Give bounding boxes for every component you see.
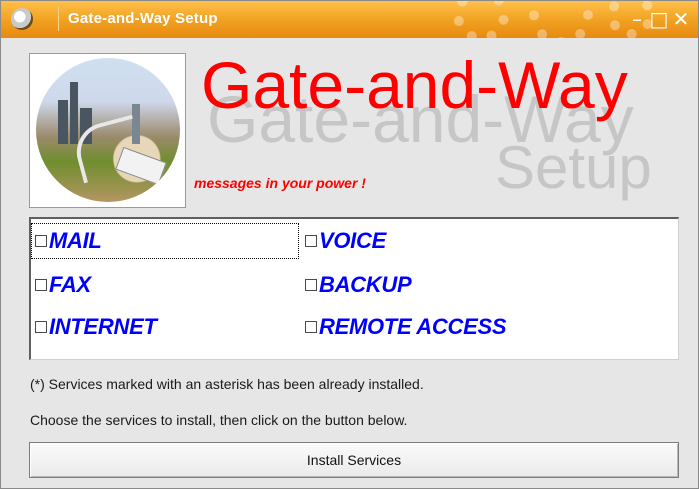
gear-icon — [453, 1, 509, 38]
window-title: Gate-and-Way Setup — [68, 10, 218, 27]
service-label: FAX — [49, 272, 91, 297]
asterisk-note: (*) Services marked with an asterisk has… — [30, 376, 424, 392]
brand-title: Gate-and-Way — [201, 48, 628, 122]
tagline: messages in your power ! — [194, 175, 366, 191]
building-shape — [70, 82, 78, 144]
title-separator — [58, 7, 59, 31]
instruction-note: Choose the services to install, then cli… — [30, 412, 408, 428]
service-label: VOICE — [319, 228, 386, 253]
service-checkbox-internet[interactable]: INTERNET — [31, 309, 299, 345]
checkbox[interactable] — [305, 235, 317, 247]
service-checkbox-remote-access[interactable]: REMOTE ACCESS — [301, 309, 631, 345]
service-checkbox-voice[interactable]: VOICE — [301, 223, 601, 259]
minimize-icon[interactable]: – — [627, 8, 647, 30]
plug-shape — [115, 146, 167, 186]
globe-logo-icon — [36, 58, 180, 202]
install-services-button[interactable]: Install Services — [29, 442, 679, 478]
service-checkbox-fax[interactable]: FAX — [31, 267, 299, 303]
checkbox[interactable] — [35, 321, 47, 333]
checkbox[interactable] — [305, 321, 317, 333]
service-label: INTERNET — [49, 314, 157, 339]
maximize-icon[interactable]: □ — [649, 8, 669, 30]
checkbox[interactable] — [305, 279, 317, 291]
service-label: REMOTE ACCESS — [319, 314, 507, 339]
checkbox[interactable] — [35, 279, 47, 291]
gear-icon — [529, 1, 593, 38]
logo-image-frame — [29, 53, 186, 208]
service-checkbox-mail[interactable]: MAIL — [31, 223, 299, 259]
setup-subtitle: Setup — [495, 134, 652, 201]
setup-window: Gate-and-Way Setup – □ ✕ Gate-and-Way Ga… — [0, 0, 699, 489]
service-checkbox-backup[interactable]: BACKUP — [301, 267, 601, 303]
close-icon[interactable]: ✕ — [671, 8, 691, 30]
app-icon[interactable] — [11, 8, 33, 30]
checkbox[interactable] — [35, 235, 47, 247]
title-bar[interactable]: Gate-and-Way Setup – □ ✕ — [1, 1, 698, 38]
banner: Gate-and-Way Gate-and-Way Setup messages… — [29, 48, 679, 208]
building-shape — [58, 100, 68, 144]
service-label: BACKUP — [319, 272, 412, 297]
service-label: MAIL — [49, 228, 102, 253]
services-panel: MAIL VOICE FAX BACKUP INTERNET REMOTE AC… — [29, 217, 679, 360]
